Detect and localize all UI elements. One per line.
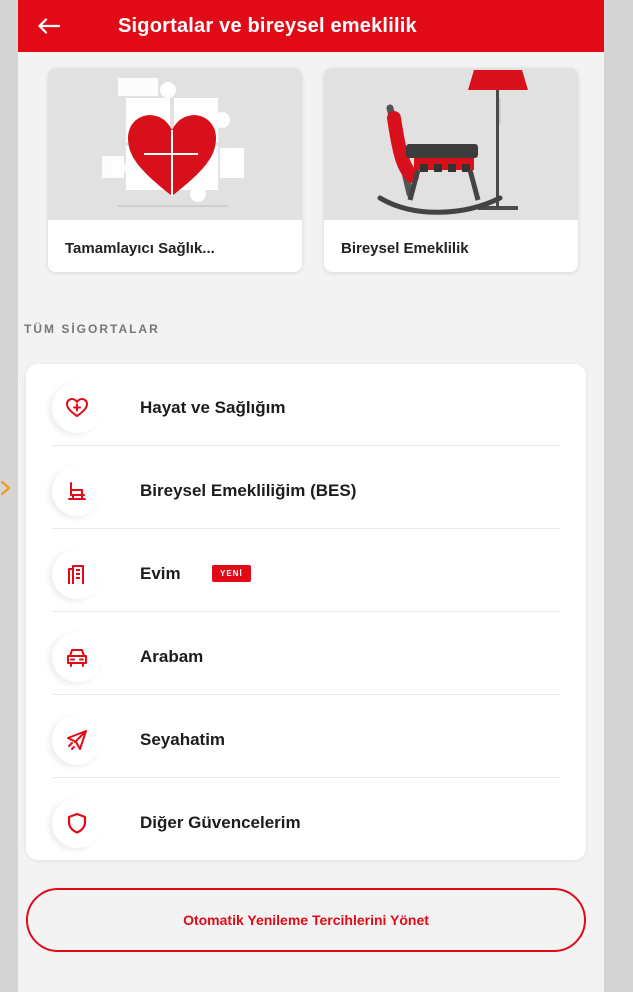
divider [52, 445, 560, 446]
airplane-icon [52, 714, 102, 765]
section-title: TÜM SİGORTALAR [24, 322, 160, 336]
list-item-hayat-ve-sagligim[interactable]: Hayat ve Sağlığım [26, 366, 586, 449]
divider [52, 694, 560, 695]
divider [52, 528, 560, 529]
list-item-label: Diğer Güvencelerim [140, 812, 301, 832]
list-item-label: Bireysel Emekliliğim (BES) [140, 480, 357, 500]
card-label: Bireysel Emeklilik [341, 240, 469, 257]
list-item-label: Arabam [140, 646, 204, 666]
building-icon [52, 548, 102, 599]
rocking-chair-icon [52, 465, 102, 516]
list-item-label: Seyahatim [140, 729, 226, 749]
list-item-bireysel-emekliligim[interactable]: Bireysel Emekliliğim (BES) [26, 449, 586, 532]
arrow-right-marker-icon [0, 480, 11, 496]
divider [52, 611, 560, 612]
list-item-label: Hayat ve Sağlığım [140, 397, 286, 417]
manage-auto-renewal-button[interactable]: Otomatik Yenileme Tercihlerini Yönet [26, 888, 586, 952]
list-item-diger-guvencelerim[interactable]: Diğer Güvencelerim [26, 781, 586, 864]
list-item-arabam[interactable]: Arabam [26, 615, 586, 698]
card-label: Tamamlayıcı Sağlık... [65, 240, 215, 257]
car-icon [52, 631, 102, 682]
card-bireysel-emeklilik[interactable]: Bireysel Emeklilik [324, 68, 578, 272]
heart-plus-icon [52, 382, 102, 433]
list-item-evim[interactable]: Evim YENİ [26, 532, 586, 615]
card-tamamlayici-saglik[interactable]: Tamamlayıcı Sağlık... [48, 68, 302, 272]
divider [52, 777, 560, 778]
app-header: Sigortalar ve bireysel emeklilik [18, 0, 604, 52]
puzzle-heart-illustration [48, 68, 302, 220]
page-title: Sigortalar ve bireysel emeklilik [118, 14, 417, 37]
insurance-list: Hayat ve Sağlığım Bireysel Emekliliğim (… [26, 364, 586, 860]
shield-icon [52, 797, 102, 848]
list-item-seyahatim[interactable]: Seyahatim [26, 698, 586, 781]
back-button[interactable] [18, 0, 80, 52]
arrow-left-icon [38, 18, 60, 34]
list-item-label: Evim [140, 563, 181, 583]
new-badge: YENİ [212, 565, 251, 582]
app-screen: Sigortalar ve bireysel emeklilik Tamamla… [18, 0, 604, 992]
rocking-chair-lamp-illustration [324, 68, 578, 220]
